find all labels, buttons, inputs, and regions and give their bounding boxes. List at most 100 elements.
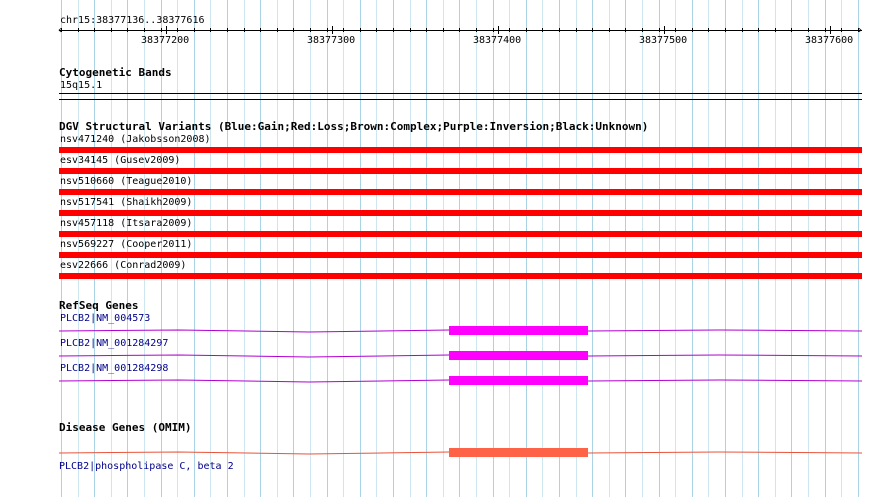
ruler-tick-label: 38377500 <box>639 35 688 46</box>
refseq-exon-block[interactable] <box>449 376 588 385</box>
ruler-tick <box>830 26 831 34</box>
grid-line <box>260 0 261 497</box>
refseq-gene-label[interactable]: PLCB2|NM_001284298 <box>60 363 168 375</box>
grid-line <box>376 0 377 497</box>
grid-line <box>808 0 809 497</box>
dgv-variant-bar[interactable] <box>59 210 862 216</box>
ruler-tick-label: 38377600 <box>805 35 854 46</box>
ruler-minor-tick <box>675 28 676 32</box>
ruler-minor-tick <box>194 28 195 32</box>
ruler-minor-tick <box>343 28 344 32</box>
ruler-minor-tick <box>459 28 460 32</box>
ruler-minor-tick <box>825 28 826 32</box>
dgv-variant-label[interactable]: nsv510660 (Teague2010) <box>60 176 192 188</box>
dgv-variant-label[interactable]: nsv569227 (Cooper2011) <box>60 239 192 251</box>
ruler-minor-tick <box>144 28 145 32</box>
ruler-minor-tick <box>376 28 377 32</box>
ruler-minor-tick <box>426 28 427 32</box>
grid-line <box>459 0 460 497</box>
ruler-minor-tick <box>327 28 328 32</box>
ruler-minor-tick <box>592 28 593 32</box>
ruler-minor-tick <box>758 28 759 32</box>
grid-line <box>542 0 543 497</box>
ruler-tick <box>166 26 167 34</box>
dgv-track-title: DGV Structural Variants (Blue:Gain;Red:L… <box>59 120 649 133</box>
dgv-variant-label[interactable]: esv34145 (Gusev2009) <box>60 155 180 167</box>
grid-line <box>825 0 826 497</box>
dgv-variant-label[interactable]: esv22666 (Conrad2009) <box>60 260 186 272</box>
dgv-variant-bar[interactable] <box>59 273 862 279</box>
ruler-tick <box>498 26 499 34</box>
ruler-minor-tick <box>293 28 294 32</box>
grid-line <box>493 0 494 497</box>
grid-line <box>310 0 311 497</box>
ruler-minor-tick <box>742 28 743 32</box>
refseq-gene-label[interactable]: PLCB2|NM_004573 <box>60 313 150 325</box>
grid-line <box>692 0 693 497</box>
ruler-minor-tick <box>410 28 411 32</box>
grid-line <box>742 0 743 497</box>
grid-line <box>791 0 792 497</box>
grid-line <box>576 0 577 497</box>
grid-line <box>244 0 245 497</box>
grid-line <box>194 0 195 497</box>
cytoband-bottom-line <box>59 99 862 100</box>
ruler-minor-tick <box>393 28 394 32</box>
ruler-minor-tick <box>642 28 643 32</box>
grid-line <box>775 0 776 497</box>
ruler-minor-tick <box>277 28 278 32</box>
region-label: chr15:38377136..38377616 <box>60 15 205 26</box>
grid-line <box>210 0 211 497</box>
omim-gene-label[interactable]: PLCB2|phospholipase C, beta 2 <box>59 461 234 473</box>
grid-line <box>659 0 660 497</box>
grid-line <box>293 0 294 497</box>
ruler-minor-tick <box>260 28 261 32</box>
ruler-minor-tick <box>808 28 809 32</box>
dgv-variant-bar[interactable] <box>59 168 862 174</box>
ruler-minor-tick <box>227 28 228 32</box>
genome-browser-view[interactable]: chr15:38377136..38377616 ‹ › 38377200383… <box>0 0 890 497</box>
dgv-variant-bar[interactable] <box>59 189 862 195</box>
grid-line <box>227 0 228 497</box>
omim-track-title: Disease Genes (OMIM) <box>59 421 192 434</box>
ruler-tick-label: 38377300 <box>307 35 356 46</box>
ruler-minor-tick <box>61 28 62 32</box>
ruler-tick <box>664 26 665 34</box>
ruler-minor-tick <box>609 28 610 32</box>
omim-gene-block[interactable] <box>449 448 588 457</box>
ruler-minor-tick <box>127 28 128 32</box>
grid-line <box>327 0 328 497</box>
grid-line <box>559 0 560 497</box>
ruler-minor-tick <box>559 28 560 32</box>
grid-line <box>509 0 510 497</box>
ruler-minor-tick <box>509 28 510 32</box>
grid-line <box>526 0 527 497</box>
ruler-minor-tick <box>841 28 842 32</box>
dgv-variant-bar[interactable] <box>59 231 862 237</box>
dgv-variant-label[interactable]: nsv471240 (Jakobsson2008) <box>60 134 211 146</box>
ruler-minor-tick <box>542 28 543 32</box>
ruler-minor-tick <box>111 28 112 32</box>
ruler-minor-tick <box>858 28 859 32</box>
dgv-variant-bar[interactable] <box>59 252 862 258</box>
refseq-exon-block[interactable] <box>449 351 588 360</box>
refseq-exon-block[interactable] <box>449 326 588 335</box>
ruler-minor-tick <box>659 28 660 32</box>
grid-line <box>343 0 344 497</box>
ruler-minor-tick <box>476 28 477 32</box>
grid-line <box>841 0 842 497</box>
refseq-gene-label[interactable]: PLCB2|NM_001284297 <box>60 338 168 350</box>
dgv-variant-label[interactable]: nsv457118 (Itsara2009) <box>60 218 192 230</box>
grid-line <box>360 0 361 497</box>
ruler-minor-tick <box>625 28 626 32</box>
grid-line <box>858 0 859 497</box>
dgv-variant-bar[interactable] <box>59 147 862 153</box>
ruler-minor-tick <box>775 28 776 32</box>
dgv-variant-label[interactable]: nsv517541 (Shaikh2009) <box>60 197 192 209</box>
ruler-minor-tick <box>210 28 211 32</box>
ruler-minor-tick <box>576 28 577 32</box>
cytogenetic-track-title: Cytogenetic Bands <box>59 66 172 79</box>
refseq-track-title: RefSeq Genes <box>59 299 139 312</box>
cytoband-label[interactable]: 15q15.1 <box>60 80 102 92</box>
grid-line <box>443 0 444 497</box>
